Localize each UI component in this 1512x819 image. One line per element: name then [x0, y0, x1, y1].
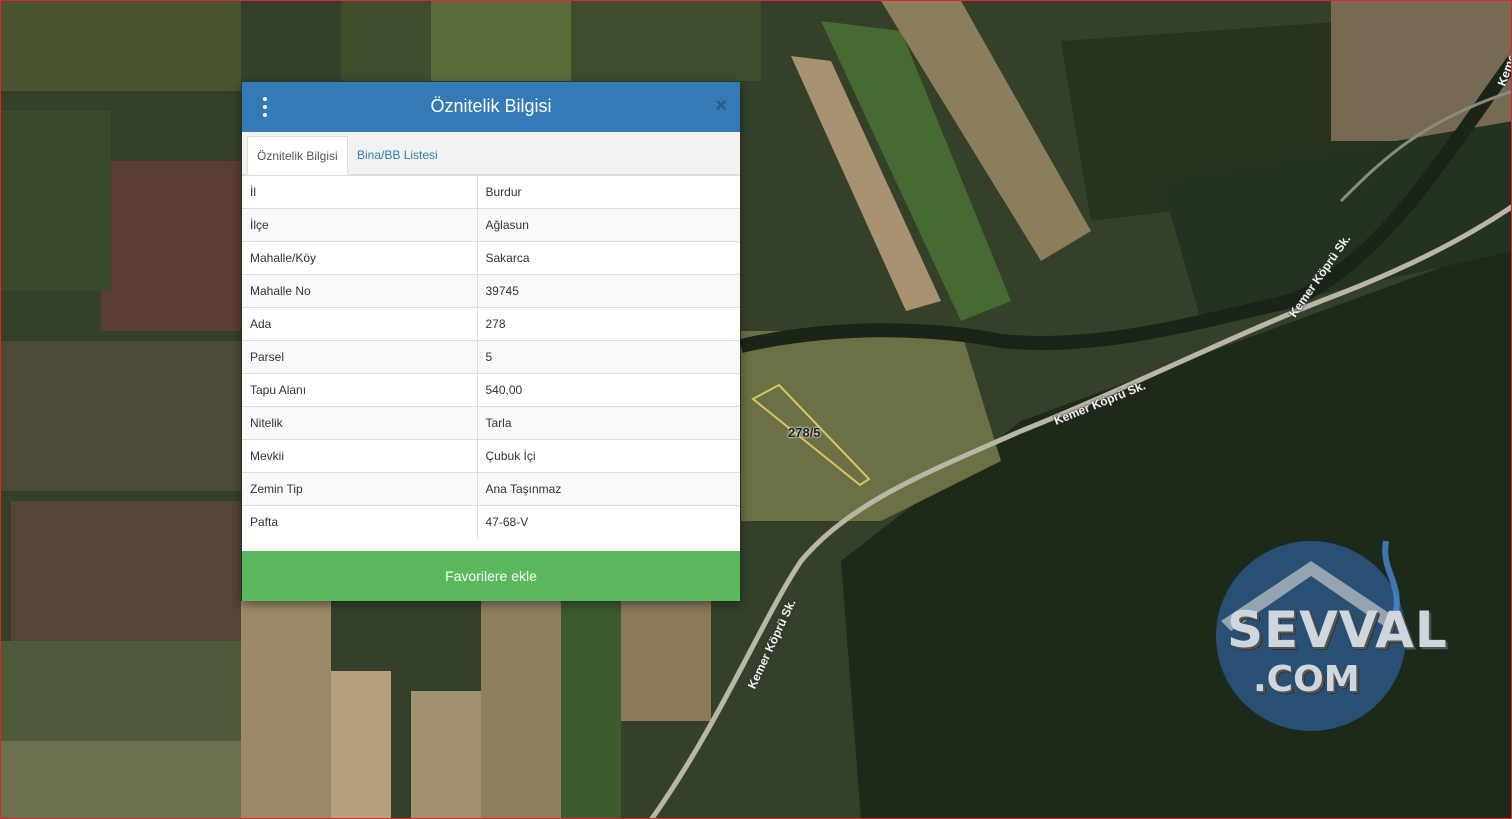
dialog-tabs: Öznitelik Bilgisi Bina/BB Listesi: [242, 132, 740, 175]
row-key-ada: Ada: [242, 307, 478, 341]
table-row: İl Burdur: [242, 175, 740, 209]
row-key-zemin-tip: Zemin Tip: [242, 472, 478, 506]
table-row: Parsel 5: [242, 340, 740, 374]
row-value-parsel: 5: [477, 340, 740, 374]
row-value-pafta: 47-68-V: [477, 505, 740, 539]
row-value-ilce: Ağlasun: [477, 208, 740, 242]
row-value-mevkii: Çubuk İçi: [477, 439, 740, 473]
table-row: Mahalle No 39745: [242, 274, 740, 308]
table-row: Nitelik Tarla: [242, 406, 740, 440]
add-to-favorites-button[interactable]: Favorilere ekle: [242, 551, 740, 601]
row-value-ada: 278: [477, 307, 740, 341]
map-frame: Kemer Köprü Sk. Kemer Köprü Sk. Kemer Kö…: [0, 0, 1512, 819]
table-row: Mahalle/Köy Sakarca: [242, 241, 740, 275]
row-value-nitelik: Tarla: [477, 406, 740, 440]
row-key-nitelik: Nitelik: [242, 406, 478, 440]
table-row: Zemin Tip Ana Taşınmaz: [242, 472, 740, 506]
dialog-header: Öznitelik Bilgisi ×: [242, 82, 740, 132]
row-key-mahalle-koy: Mahalle/Köy: [242, 241, 478, 275]
row-key-pafta: Pafta: [242, 505, 478, 539]
dialog-title: Öznitelik Bilgisi: [430, 96, 552, 116]
row-key-parsel: Parsel: [242, 340, 478, 374]
tab-attribute-info[interactable]: Öznitelik Bilgisi: [247, 136, 348, 175]
row-key-mevkii: Mevkii: [242, 439, 478, 473]
table-row: İlçe Ağlasun: [242, 208, 740, 242]
row-value-mahalle-no: 39745: [477, 274, 740, 308]
table-row: Pafta 47-68-V: [242, 505, 740, 539]
tab-building-list[interactable]: Bina/BB Listesi: [348, 136, 447, 174]
attribute-info-dialog: Öznitelik Bilgisi × Öznitelik Bilgisi Bi…: [242, 82, 740, 601]
watermark-text-com: .COM: [1253, 659, 1360, 700]
row-key-ilce: İlçe: [242, 208, 478, 242]
watermark-text-sevval: SEVVAL: [1227, 601, 1448, 659]
row-key-mahalle-no: Mahalle No: [242, 274, 478, 308]
row-key-il: İl: [242, 175, 478, 209]
close-icon[interactable]: ×: [715, 96, 727, 116]
table-row: Tapu Alanı 540,00: [242, 373, 740, 407]
parcel-label: 278/5: [788, 425, 821, 440]
row-key-tapu-alani: Tapu Alanı: [242, 373, 478, 407]
row-value-tapu-alani: 540,00: [477, 373, 740, 407]
row-value-zemin-tip: Ana Taşınmaz: [477, 472, 740, 506]
table-row: Ada 278: [242, 307, 740, 341]
row-value-mahalle-koy: Sakarca: [477, 241, 740, 275]
attribute-table: İl Burdur İlçe Ağlasun Mahalle/Köy Sakar…: [242, 175, 740, 539]
row-value-il: Burdur: [477, 175, 740, 209]
table-row: Mevkii Çubuk İçi: [242, 439, 740, 473]
